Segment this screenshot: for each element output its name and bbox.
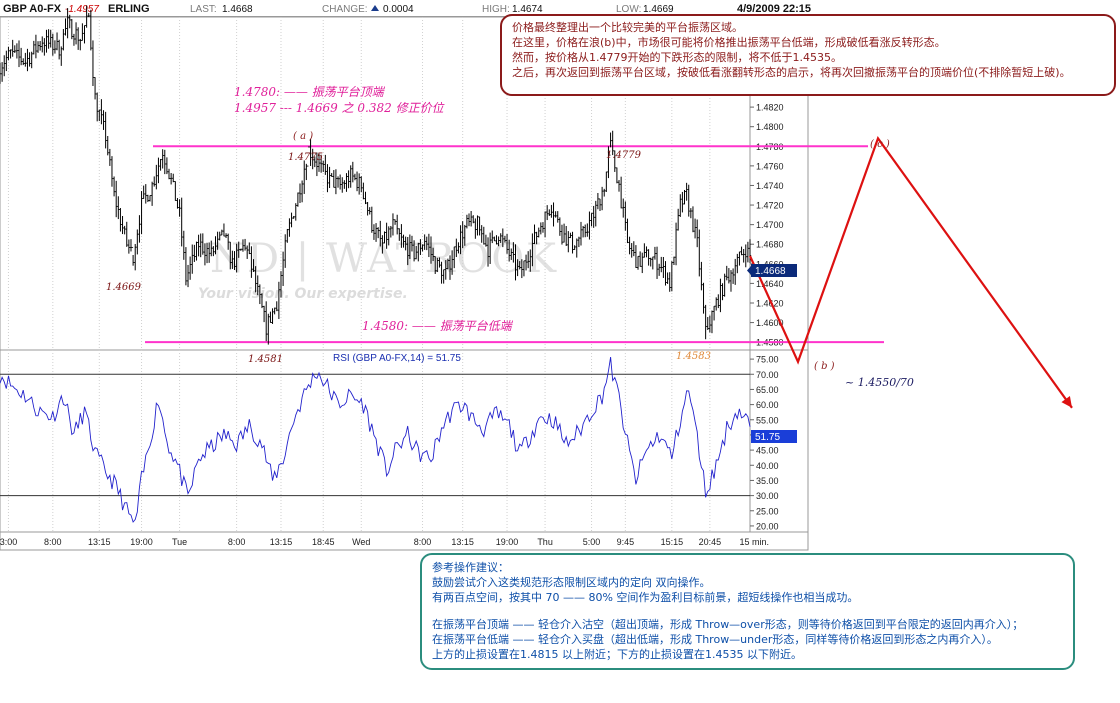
price-tick-label: 1.4800: [756, 122, 784, 132]
note-line: 在振荡平台低端 —— 轻仓介入买盘（超出低端，形成 Throw—under形态，…: [432, 633, 998, 646]
time-tick-label: 15 min.: [739, 537, 769, 547]
projection-arrowhead: [1061, 395, 1072, 408]
note-line: 之后，再次返回到振荡平台区域，按破低看涨翻转形态的启示，将再次回撤振荡平台的顶端…: [512, 66, 1071, 79]
note-spacer: [432, 605, 1063, 617]
price-tick-label: 1.4820: [756, 103, 784, 113]
time-tick-label: 9:45: [617, 537, 635, 547]
time-tick-label: 13:15: [270, 537, 293, 547]
note-line: 鼓励尝试介入这类规范形态限制区域内的定向 双向操作。: [432, 576, 711, 589]
peak-1-4779-label: 1.4779: [606, 150, 642, 161]
low-1-4669-label: 1.4669: [106, 282, 142, 293]
analysis-note: 价格最终整理出一个比较完美的平台振荡区域。 在这里，价格在浪(b)中，市场很可能…: [500, 14, 1116, 96]
time-tick-label: 15:15: [661, 537, 684, 547]
header-last-value: 1.4668: [222, 4, 253, 15]
header-symbol-change: -1.4957: [65, 4, 99, 15]
wave-a-label: ( a ): [293, 131, 313, 142]
zone-top-subtitle: 1.4957 --- 1.4669 之 0.382 修正价位: [234, 101, 445, 115]
time-tick-label: 8:00: [414, 537, 432, 547]
watermark-tagline: Your vision. Our expertise.: [198, 286, 408, 302]
header-change-value: 0.0004: [383, 4, 414, 15]
header-high-label: HIGH:: [482, 4, 510, 15]
rsi-tick-label: 30.00: [756, 491, 779, 501]
time-tick-label: 3:00: [0, 537, 17, 547]
rsi-tick-label: 75.00: [756, 355, 779, 365]
time-tick-label: 8:00: [228, 537, 246, 547]
low-1-4581-label: 1.4581: [248, 354, 283, 365]
note-line: 在这里，价格在浪(b)中，市场很可能将价格推出振荡平台低端，形成破低看涨反转形态…: [512, 36, 946, 49]
time-tick-label: 13:15: [88, 537, 111, 547]
wave-b-label: ( b ): [814, 361, 835, 372]
note-line: 价格最终整理出一个比较完美的平台振荡区域。: [512, 21, 743, 34]
header-erling: ERLING: [108, 3, 150, 15]
price-tick-label: 1.4760: [756, 161, 784, 171]
rsi-tick-label: 55.00: [756, 415, 779, 425]
time-tick-label: 19:00: [496, 537, 519, 547]
header-last-label: LAST:: [190, 4, 217, 15]
time-tick-label: 8:00: [44, 537, 62, 547]
time-axis-panel: [0, 531, 809, 551]
rsi-tick-label: 25.00: [756, 506, 779, 516]
low-1-4583-label: 1.4583: [676, 351, 711, 362]
time-tick-label: Wed: [352, 537, 370, 547]
time-tick-label: 20:45: [699, 537, 722, 547]
note-line: 然而，按价格从1.4779开始的下跌形态的限制，将不低于1.4535。: [512, 51, 842, 64]
wave-c-label: ( c ): [870, 139, 890, 150]
time-tick-label: 19:00: [130, 537, 153, 547]
peak-1-4775-label: 1.4775: [288, 152, 323, 163]
note-line: 在振荡平台顶端 —— 轻仓介入沽空（超出顶端，形成 Throw—over形态，则…: [432, 618, 1024, 631]
rsi-tick-label: 60.00: [756, 400, 779, 410]
time-tick-label: 5:00: [583, 537, 601, 547]
price-tick-label: 1.4700: [756, 220, 784, 230]
target-price-label: ~ 1.4550/70: [845, 376, 914, 389]
time-tick-label: Tue: [172, 537, 187, 547]
price-tick-label: 1.4720: [756, 201, 784, 211]
rsi-tick-label: 40.00: [756, 461, 779, 471]
rsi-panel: [0, 349, 751, 533]
trading-advice-note: 参考操作建议： 鼓励尝试介入这类规范形态限制区域内的定向 双向操作。 有两百点空…: [420, 553, 1075, 670]
zone-top-title: 1.4780: —— 振荡平台顶端: [234, 85, 386, 99]
time-tick-label: 18:45: [312, 537, 335, 547]
time-tick-label: 13:15: [451, 537, 474, 547]
rsi-tick-label: 65.00: [756, 385, 779, 395]
rsi-tick-label: 70.00: [756, 370, 779, 380]
time-tick-label: Thu: [537, 537, 553, 547]
price-badge: 1.4668: [755, 266, 786, 277]
price-tick-label: 1.4740: [756, 181, 784, 191]
rsi-tick-label: 35.00: [756, 476, 779, 486]
note-line: 参考操作建议：: [432, 561, 509, 574]
note-line: 上方的止损设置在1.4815 以上附近；下方的止损设置在1.4535 以下附近。: [432, 648, 802, 661]
header-change-label: CHANGE:: [322, 4, 368, 15]
note-line: 有两百点空间，按其中 70 —— 80% 空间作为盈利目标前景，超短线操作也相当…: [432, 591, 859, 604]
rsi-tick-label: 20.00: [756, 521, 779, 531]
zone-bottom-title: 1.4580: —— 振荡平台低端: [362, 319, 514, 333]
rsi-title: RSI (GBP A0-FX,14) = 51.75: [333, 353, 461, 364]
header-symbol: GBP A0-FX: [3, 3, 62, 15]
price-tick-label: 1.4680: [756, 240, 784, 250]
rsi-tick-label: 45.00: [756, 446, 779, 456]
rsi-badge: 51.75: [755, 432, 780, 443]
